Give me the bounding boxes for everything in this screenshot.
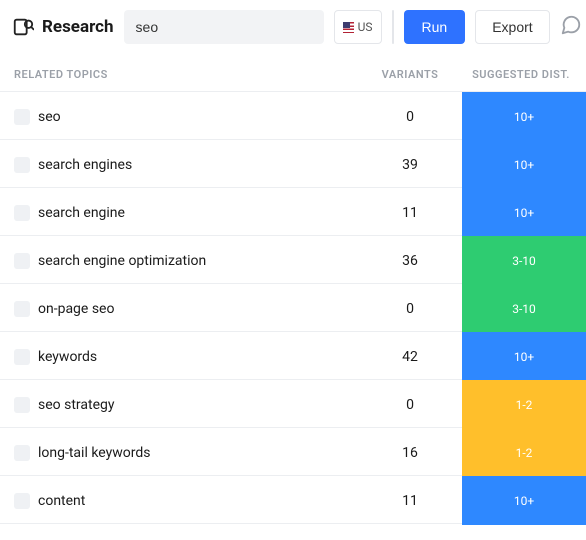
table-row: seo strategy01-2 — [0, 379, 586, 428]
variants-value: 42 — [358, 349, 462, 365]
row-checkbox[interactable] — [14, 157, 30, 173]
topic-label[interactable]: seo strategy — [38, 397, 358, 413]
row-checkbox[interactable] — [14, 205, 30, 221]
row-checkbox[interactable] — [14, 397, 30, 413]
table-row: content1110+ — [0, 475, 586, 524]
topic-label[interactable]: on-page seo — [38, 301, 358, 317]
topic-label[interactable]: keywords — [38, 349, 358, 365]
suggested-dist-badge: 10+ — [462, 92, 586, 141]
table-row: search engines3910+ — [0, 139, 586, 188]
variants-value: 11 — [358, 493, 462, 509]
col-related-topics: Related Topics — [0, 68, 358, 81]
variants-value: 0 — [358, 301, 462, 317]
suggested-dist-badge: 10+ — [462, 476, 586, 525]
topic-label[interactable]: seo — [38, 109, 358, 125]
variants-value: 0 — [358, 397, 462, 413]
suggested-dist-badge: 1-2 — [462, 380, 586, 429]
filter-button[interactable] — [392, 10, 394, 44]
run-button[interactable]: Run — [404, 10, 466, 44]
row-checkbox[interactable] — [14, 253, 30, 269]
table-row: search engine1110+ — [0, 187, 586, 236]
row-checkbox[interactable] — [14, 445, 30, 461]
topic-label[interactable]: search engine optimization — [38, 253, 358, 269]
page-title: Research — [42, 17, 114, 37]
variants-value: 36 — [358, 253, 462, 269]
variants-value: 39 — [358, 157, 462, 173]
row-checkbox[interactable] — [14, 109, 30, 125]
region-select[interactable]: US — [334, 10, 382, 44]
topics-table: Related Topics Variants Suggested Dist. … — [0, 58, 586, 524]
topic-label[interactable]: search engines — [38, 157, 358, 173]
table-row: keywords4210+ — [0, 331, 586, 380]
suggested-dist-badge: 3-10 — [462, 236, 586, 285]
row-checkbox[interactable] — [14, 493, 30, 509]
research-icon — [12, 16, 34, 38]
us-flag-icon — [343, 22, 354, 33]
chat-icon[interactable] — [560, 14, 582, 40]
suggested-dist-badge: 10+ — [462, 188, 586, 237]
export-button[interactable]: Export — [475, 10, 549, 44]
row-checkbox[interactable] — [14, 301, 30, 317]
row-checkbox[interactable] — [14, 349, 30, 365]
title-wrap: Research — [12, 16, 114, 38]
topic-label[interactable]: search engine — [38, 205, 358, 221]
topic-label[interactable]: content — [38, 493, 358, 509]
variants-value: 16 — [358, 445, 462, 461]
table-row: long-tail keywords161-2 — [0, 427, 586, 476]
table-body: seo010+search engines3910+search engine1… — [0, 91, 586, 524]
col-suggested-dist: Suggested Dist. — [462, 68, 586, 81]
col-variants: Variants — [358, 68, 462, 81]
table-header: Related Topics Variants Suggested Dist. — [0, 58, 586, 92]
table-row: seo010+ — [0, 91, 586, 140]
top-bar: Research US Run Export — [0, 0, 586, 58]
topic-label[interactable]: long-tail keywords — [38, 445, 358, 461]
suggested-dist-badge: 10+ — [462, 140, 586, 189]
variants-value: 0 — [358, 109, 462, 125]
region-label: US — [358, 20, 373, 34]
table-row: search engine optimization363-10 — [0, 235, 586, 284]
search-input[interactable] — [124, 10, 324, 44]
suggested-dist-badge: 10+ — [462, 332, 586, 381]
variants-value: 11 — [358, 205, 462, 221]
suggested-dist-badge: 3-10 — [462, 284, 586, 333]
suggested-dist-badge: 1-2 — [462, 428, 586, 477]
table-row: on-page seo03-10 — [0, 283, 586, 332]
